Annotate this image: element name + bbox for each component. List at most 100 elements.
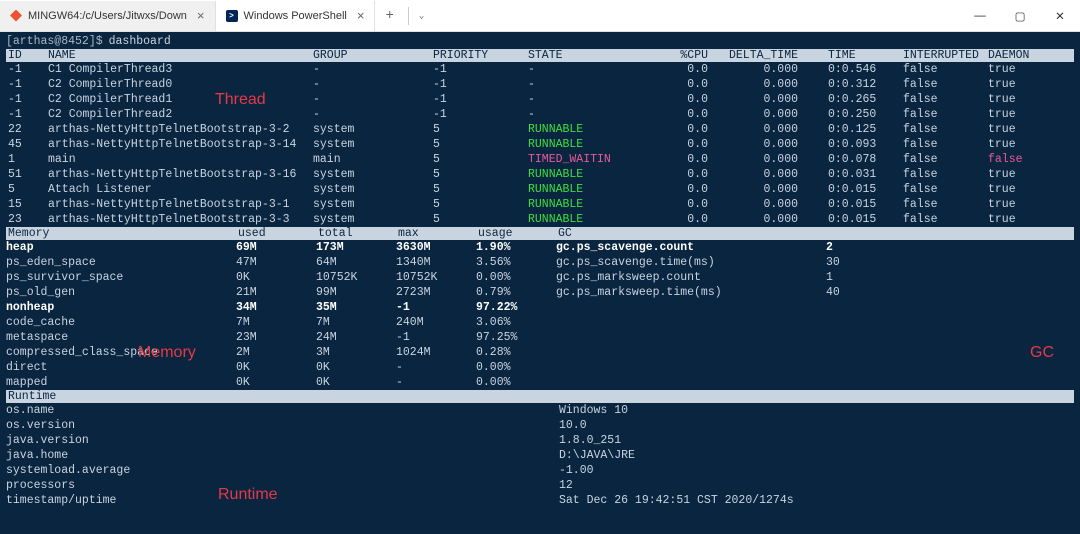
thread-daemon: true (978, 62, 1038, 77)
thread-row: 22arthas-NettyHttpTelnetBootstrap-3-2sys… (6, 122, 1074, 137)
col-interrupted: INTERRUPTED (883, 49, 978, 62)
mem-usage: 0.00% (476, 270, 556, 285)
thread-state: RUNNABLE (528, 167, 618, 182)
mem-max: -1 (396, 300, 476, 315)
thread-group: - (313, 77, 433, 92)
prompt-line: [arthas@8452]$ dashboard (6, 34, 1074, 49)
thread-interrupted: false (883, 152, 978, 167)
mem-name: mapped (6, 375, 236, 390)
runtime-value: Sat Dec 26 19:42:51 CST 2020/1274s (559, 493, 1074, 508)
runtime-value: -1.00 (559, 463, 1074, 478)
mem-max: -1 (396, 330, 476, 345)
mem-used: 34M (236, 300, 316, 315)
window-controls: — ▢ ✕ (960, 1, 1080, 31)
gc-value: 30 (826, 255, 876, 270)
thread-daemon: true (978, 122, 1038, 137)
thread-name: C2 CompilerThread0 (48, 77, 313, 92)
memory-row: heap69M173M3630M1.90%gc.ps_scavenge.coun… (6, 240, 1074, 255)
thread-interrupted: false (883, 107, 978, 122)
col-name: NAME (48, 49, 313, 62)
thread-delta: 0.000 (708, 92, 798, 107)
runtime-key: systemload.average (6, 463, 559, 478)
thread-time: 0:0.250 (798, 107, 883, 122)
tab-git[interactable]: MINGW64:/c/Users/Jitwxs/Down × (0, 1, 216, 31)
thread-delta: 0.000 (708, 137, 798, 152)
gc-value: 1 (826, 270, 876, 285)
thread-delta: 0.000 (708, 62, 798, 77)
memory-header: Memory used total max usage GC (6, 227, 1074, 240)
terminal[interactable]: [arthas@8452]$ dashboard ID NAME GROUP P… (0, 32, 1080, 510)
close-icon[interactable]: × (197, 8, 205, 23)
memory-row: metaspace23M24M-197.25% (6, 330, 1074, 345)
thread-time: 0:0.031 (798, 167, 883, 182)
thread-cpu: 0.0 (618, 167, 708, 182)
maximize-button[interactable]: ▢ (1000, 1, 1040, 31)
new-tab-button[interactable]: + (375, 8, 403, 24)
close-icon[interactable]: × (357, 8, 365, 23)
thread-state: RUNNABLE (528, 212, 618, 227)
mem-total: 99M (316, 285, 396, 300)
gc-label (556, 330, 826, 345)
thread-interrupted: false (883, 197, 978, 212)
col-id: ID (8, 49, 48, 62)
thread-interrupted: false (883, 122, 978, 137)
thread-daemon: true (978, 167, 1038, 182)
minimize-button[interactable]: — (960, 1, 1000, 31)
mem-total: 0K (316, 360, 396, 375)
mem-usage: 1.90% (476, 240, 556, 255)
thread-time: 0:0.093 (798, 137, 883, 152)
col-memory: Memory (8, 227, 238, 240)
thread-priority: -1 (433, 92, 528, 107)
mem-used: 0K (236, 375, 316, 390)
thread-delta: 0.000 (708, 107, 798, 122)
runtime-table: os.nameWindows 10os.version10.0java.vers… (6, 403, 1074, 508)
thread-priority: 5 (433, 167, 528, 182)
runtime-row: os.nameWindows 10 (6, 403, 1074, 418)
mem-used: 0K (236, 360, 316, 375)
thread-time: 0:0.015 (798, 212, 883, 227)
dropdown-icon[interactable]: ⌄ (413, 11, 430, 21)
tab-powershell[interactable]: > Windows PowerShell × (216, 1, 376, 31)
col-cpu: %CPU (618, 49, 708, 62)
thread-row: 23arthas-NettyHttpTelnetBootstrap-3-3sys… (6, 212, 1074, 227)
mem-max: - (396, 360, 476, 375)
runtime-header: Runtime (6, 390, 1074, 403)
runtime-key: java.home (6, 448, 559, 463)
thread-id: 23 (8, 212, 48, 227)
mem-usage: 0.28% (476, 345, 556, 360)
tab-label: MINGW64:/c/Users/Jitwxs/Down (28, 10, 187, 22)
runtime-value: D:\JAVA\JRE (559, 448, 1074, 463)
thread-priority: 5 (433, 182, 528, 197)
mem-total: 35M (316, 300, 396, 315)
mem-max: - (396, 375, 476, 390)
mem-used: 0K (236, 270, 316, 285)
mem-total: 0K (316, 375, 396, 390)
thread-delta: 0.000 (708, 167, 798, 182)
divider (408, 7, 409, 25)
gc-value: 2 (826, 240, 876, 255)
mem-name: ps_old_gen (6, 285, 236, 300)
thread-id: 15 (8, 197, 48, 212)
thread-state: RUNNABLE (528, 137, 618, 152)
thread-name: C2 CompilerThread2 (48, 107, 313, 122)
thread-interrupted: false (883, 137, 978, 152)
thread-cpu: 0.0 (618, 92, 708, 107)
memory-row: direct0K0K-0.00% (6, 360, 1074, 375)
close-button[interactable]: ✕ (1040, 1, 1080, 31)
thread-priority: -1 (433, 107, 528, 122)
runtime-row: os.version10.0 (6, 418, 1074, 433)
thread-delta: 0.000 (708, 197, 798, 212)
gc-value (826, 345, 876, 360)
thread-id: 51 (8, 167, 48, 182)
memory-table: heap69M173M3630M1.90%gc.ps_scavenge.coun… (6, 240, 1074, 390)
memory-row: nonheap34M35M-197.22% (6, 300, 1074, 315)
mem-usage: 0.00% (476, 375, 556, 390)
gc-value (826, 315, 876, 330)
col-max: max (398, 227, 478, 240)
thread-daemon: true (978, 212, 1038, 227)
thread-time: 0:0.546 (798, 62, 883, 77)
mem-total: 24M (316, 330, 396, 345)
gc-label: gc.ps_scavenge.time(ms) (556, 255, 826, 270)
thread-daemon: true (978, 137, 1038, 152)
thread-priority: -1 (433, 62, 528, 77)
